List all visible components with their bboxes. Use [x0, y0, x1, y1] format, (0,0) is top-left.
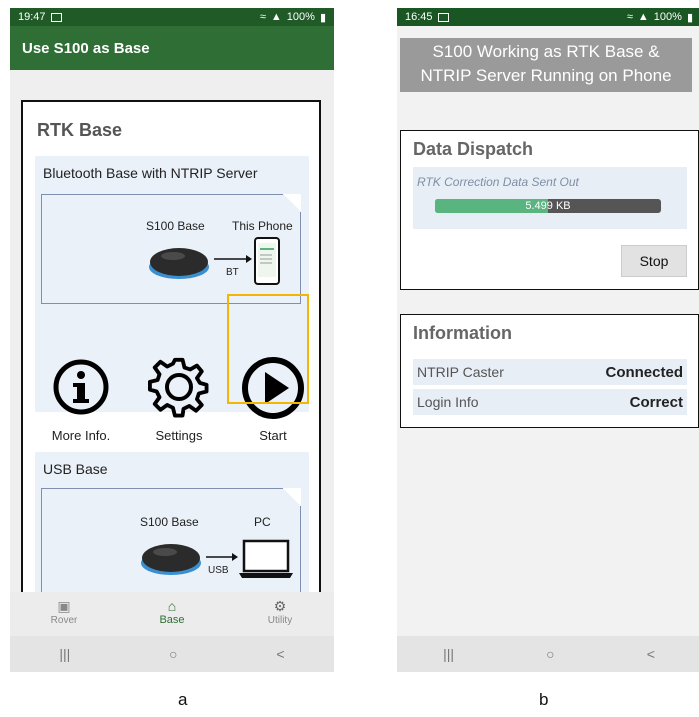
wifi-icon: ≈: [626, 11, 633, 23]
card-title: Information: [413, 323, 512, 343]
nav-label: Utility: [267, 615, 293, 626]
diagram-fold: [283, 194, 301, 212]
info-row-login-info: Login Info Correct: [413, 389, 687, 415]
app-bar: Use S100 as Base: [10, 26, 334, 70]
wifi-icon: ≈: [259, 11, 266, 23]
info-key: NTRIP Caster: [417, 364, 504, 380]
status-time: 16:45: [405, 11, 433, 23]
diagram-fold: [283, 488, 301, 506]
battery-icon: ▮: [319, 11, 326, 24]
battery-level: 100%: [286, 11, 315, 23]
information-card: Information NTRIP Caster Connected Login…: [400, 314, 699, 428]
back-button[interactable]: <: [647, 646, 655, 662]
target-label: PC: [254, 515, 271, 529]
laptop-icon: [239, 539, 293, 578]
dispatch-caption: RTK Correction Data Sent Out: [417, 175, 579, 189]
car-icon: ▣: [57, 598, 71, 614]
nav-label: Base: [159, 614, 185, 626]
banner-line-2: NTRIP Server Running on Phone: [420, 66, 672, 85]
nav-item-base[interactable]: ⌂ Base: [118, 592, 226, 636]
nav-item-utility[interactable]: ⚙ Utility: [226, 592, 334, 636]
app-bar-title: Use S100 as Base: [22, 39, 150, 57]
start-label: Start: [259, 428, 287, 443]
system-navigation-bar: ||| ○ <: [397, 636, 699, 672]
status-bar: 16:45 ≈ ▲ 100% ▮: [397, 8, 699, 26]
link-label: USB: [208, 565, 229, 576]
status-banner: S100 Working as RTK Base & NTRIP Server …: [400, 38, 692, 92]
caption-b: b: [539, 690, 549, 709]
rtk-base-card: RTK Base Bluetooth Base with NTRIP Serve…: [21, 100, 321, 610]
info-key: Login Info: [417, 394, 479, 410]
gear-icon: ⚙: [273, 598, 287, 614]
usb-diagram: S100 Base PC USB: [41, 488, 301, 598]
arrow-icon: [206, 553, 238, 561]
phone-a-screen: 19:47 ≈ ▲ 100% ▮ Use S100 as Base RTK Ba…: [10, 8, 334, 672]
progress-text: 5.499 KB: [525, 200, 571, 212]
gear-icon: [148, 357, 209, 418]
home-button[interactable]: ○: [169, 646, 177, 662]
target-label: This Phone: [232, 219, 293, 233]
status-time: 19:47: [18, 11, 46, 23]
gallery-notification-icon: [50, 12, 62, 22]
back-button[interactable]: <: [276, 646, 284, 662]
battery-level: 100%: [653, 11, 682, 23]
settings-button[interactable]: Settings: [141, 352, 217, 452]
section-title: USB Base: [43, 461, 108, 477]
usb-base-section: USB Base S100 Base PC USB: [35, 452, 309, 608]
card-title: RTK Base: [37, 120, 123, 140]
gallery-notification-icon: [437, 12, 449, 22]
s100-device-icon: [141, 544, 201, 575]
bluetooth-diagram: S100 Base This Phone BT: [41, 194, 301, 304]
bottom-navigation: ▣ Rover ⌂ Base ⚙ Utility: [10, 592, 334, 636]
start-highlight-box: [227, 294, 309, 404]
stop-button[interactable]: Stop: [621, 245, 687, 277]
info-value: Connected: [605, 363, 683, 381]
banner-line-1: S100 Working as RTK Base &: [432, 42, 660, 61]
signal-icon: ▲: [270, 11, 282, 23]
nav-label: Rover: [50, 615, 78, 626]
dispatch-panel: RTK Correction Data Sent Out 5.499 KB: [413, 167, 687, 229]
arrow-icon: [214, 255, 252, 263]
battery-icon: ▮: [686, 11, 693, 24]
section-title: Bluetooth Base with NTRIP Server: [43, 165, 258, 181]
system-navigation-bar: ||| ○ <: [10, 636, 334, 672]
signal-icon: ▲: [637, 11, 649, 23]
recent-apps-button[interactable]: |||: [443, 646, 454, 662]
device-label: S100 Base: [146, 219, 205, 233]
phone-b-screen: 16:45 ≈ ▲ 100% ▮ S100 Working as RTK Bas…: [397, 8, 699, 672]
more-info-button[interactable]: More Info.: [43, 352, 119, 452]
recent-apps-button[interactable]: |||: [59, 646, 70, 662]
info-row-ntrip-caster: NTRIP Caster Connected: [413, 359, 687, 385]
s100-device-icon: [149, 248, 209, 279]
settings-label: Settings: [155, 428, 203, 443]
caption-a: a: [178, 690, 188, 709]
status-bar: 19:47 ≈ ▲ 100% ▮: [10, 8, 334, 26]
device-label: S100 Base: [140, 515, 199, 529]
home-icon: ⌂: [167, 598, 177, 614]
home-button[interactable]: ○: [546, 646, 554, 662]
phone-icon: [254, 237, 280, 285]
data-sent-progress-bar: 5.499 KB: [435, 199, 661, 213]
info-value: Correct: [629, 393, 683, 411]
data-dispatch-card: Data Dispatch RTK Correction Data Sent O…: [400, 130, 699, 290]
info-icon: [53, 359, 109, 415]
card-title: Data Dispatch: [413, 139, 534, 159]
nav-item-rover[interactable]: ▣ Rover: [10, 592, 118, 636]
more-info-label: More Info.: [51, 428, 111, 443]
link-label: BT: [226, 267, 239, 278]
